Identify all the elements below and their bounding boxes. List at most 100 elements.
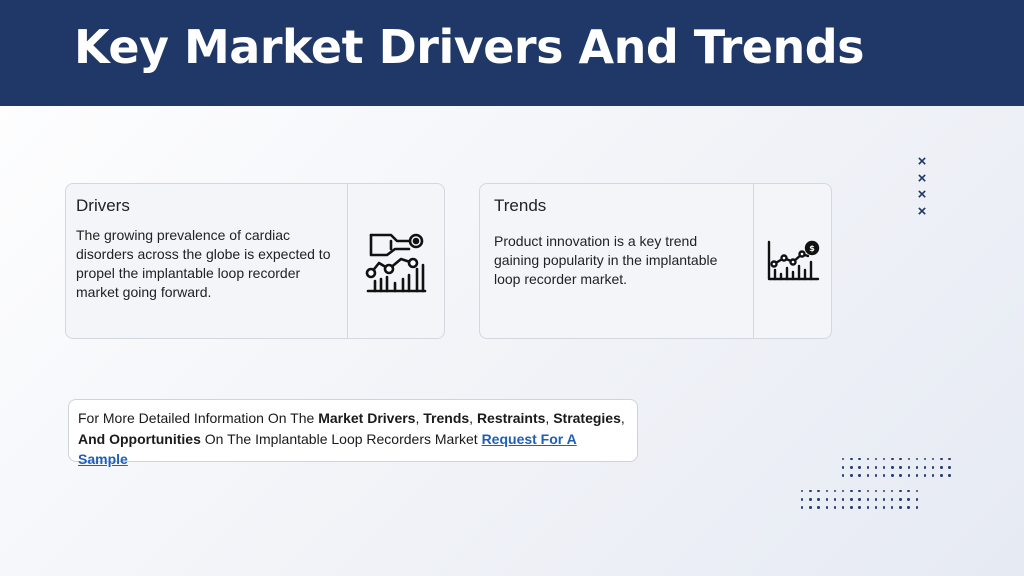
dot [948, 474, 951, 477]
dot [850, 458, 853, 461]
dot [858, 498, 861, 501]
x-mark-icon: × [917, 186, 927, 203]
dot [809, 490, 812, 493]
dot [817, 498, 820, 501]
trends-card: Trends Product innovation is a key trend… [479, 183, 832, 339]
dot [858, 466, 861, 469]
drivers-body: The growing prevalence of cardiac disord… [76, 227, 331, 300]
dot [923, 466, 927, 469]
dot [899, 474, 902, 477]
dot [841, 498, 845, 501]
info-bold-strategies: Strategies [553, 410, 621, 426]
dot [915, 466, 919, 469]
dot [882, 474, 886, 477]
info-bold-trends: Trends [423, 410, 470, 426]
dot [899, 466, 902, 469]
x-marks-decoration: × × × × [914, 153, 930, 220]
dot [882, 458, 886, 461]
dot [858, 458, 861, 461]
dot [882, 498, 886, 501]
dot [842, 466, 845, 469]
dot [842, 474, 845, 477]
dot [850, 506, 853, 509]
dot [891, 498, 894, 501]
dot [858, 506, 861, 509]
dot [833, 490, 837, 493]
dot [940, 466, 943, 469]
dot [874, 498, 878, 501]
dot [809, 498, 812, 501]
dot-grid-decoration [842, 458, 957, 483]
info-text-1: For More Detailed Information On The [78, 410, 319, 426]
dot [866, 490, 869, 493]
dot [915, 498, 919, 501]
dot [825, 490, 828, 493]
dot [948, 458, 951, 461]
info-text-6: On The Implantable Loop Recorders Market [200, 430, 482, 447]
dot [817, 506, 820, 509]
dot [948, 466, 951, 469]
svg-text:$: $ [809, 244, 815, 253]
dot [874, 458, 878, 461]
dot [858, 490, 861, 493]
drivers-card: Drivers The growing prevalence of cardia… [65, 183, 445, 339]
dot [874, 466, 878, 469]
trends-icon-box: $ [753, 184, 831, 338]
dot [899, 506, 902, 509]
dot [882, 506, 886, 509]
dot [841, 490, 845, 493]
dot [809, 506, 812, 509]
dot [850, 474, 853, 477]
dot [801, 506, 804, 509]
dot [882, 490, 886, 493]
drivers-text: Drivers The growing prevalence of cardia… [76, 196, 341, 302]
dot [866, 506, 869, 509]
trends-text: Trends Product innovation is a key trend… [494, 196, 744, 289]
dot [841, 506, 845, 509]
dot [932, 458, 935, 461]
dot [874, 506, 878, 509]
dot [940, 458, 943, 461]
growth-chart-dollar-icon: $ [767, 240, 819, 281]
dot [915, 490, 919, 493]
dot [882, 466, 886, 469]
dot [801, 490, 804, 493]
dot [842, 458, 845, 461]
dot [907, 474, 910, 477]
dot [874, 474, 878, 477]
dot [801, 498, 804, 501]
dot [907, 498, 910, 501]
dot [940, 474, 943, 477]
dot [866, 458, 869, 461]
dot [907, 490, 910, 493]
dot [866, 466, 869, 469]
dot [891, 458, 894, 461]
dot [932, 474, 935, 477]
dot [907, 466, 910, 469]
drivers-title: Drivers [76, 196, 130, 215]
dot [899, 490, 902, 493]
dot [907, 506, 910, 509]
dot [874, 490, 878, 493]
dot [850, 490, 853, 493]
dot [833, 498, 837, 501]
info-bold-opportunities: And Opportunities [78, 430, 201, 447]
dot [899, 498, 902, 501]
dot [915, 474, 919, 477]
trends-title: Trends [494, 196, 547, 215]
dot [858, 474, 861, 477]
dot [891, 466, 894, 469]
info-text-5: , [620, 410, 625, 426]
dot [833, 506, 837, 509]
dot [891, 490, 894, 493]
x-mark-icon: × [917, 169, 927, 187]
dot [891, 474, 894, 477]
x-mark-icon: × [917, 202, 927, 220]
info-bold-restraints: Restraints [476, 410, 546, 426]
hand-chart-icon [365, 233, 427, 293]
info-box: For More Detailed Information On The Mar… [68, 399, 638, 467]
dot [899, 458, 902, 461]
title-bar: Key Market Drivers And Trends [0, 0, 1024, 106]
drivers-icon-box [347, 184, 444, 338]
dot [866, 474, 869, 477]
